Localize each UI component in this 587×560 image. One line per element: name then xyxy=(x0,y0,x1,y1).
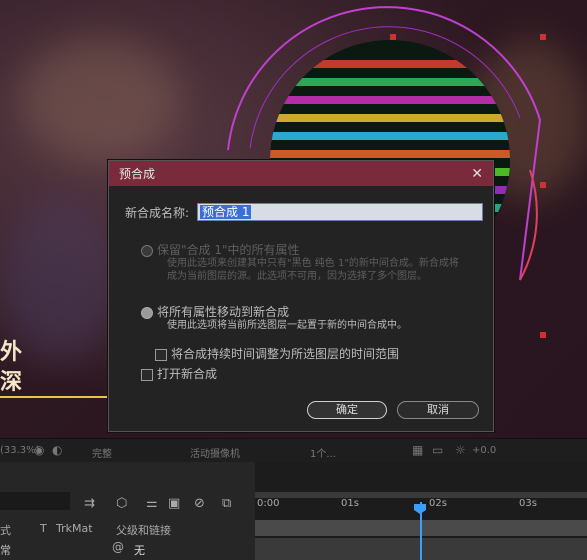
col-trkmat: TrkMat xyxy=(56,522,93,535)
cancel-button[interactable]: 取消 xyxy=(397,401,479,419)
open-new-comp-checkbox[interactable] xyxy=(141,368,153,381)
frame-blend-icon[interactable]: ⬡ xyxy=(116,496,127,511)
comp-flowchart-icon[interactable]: ⧉ xyxy=(222,496,231,511)
precompose-dialog: 预合成 ✕ 新合成名称: 预合成 1 保留"合成 1"中的所有属性 使用此选项来… xyxy=(108,160,494,432)
layer-columns: ⇉ ⬡ ⚌ ▣ ⊘ ⧉ 式 T TrkMat 父级和链接 常 @ 无 xyxy=(0,462,255,560)
dialog-titlebar: 预合成 ✕ xyxy=(109,161,493,186)
col-parent: 父级和链接 xyxy=(116,524,171,537)
name-label: 新合成名称: xyxy=(125,206,190,220)
dialog-title: 预合成 xyxy=(119,167,156,181)
radio-keep-attributes xyxy=(141,244,153,257)
viewer-toolbar: (33.3%) ◉ ◐ 完整 活动摄像机 1个... ▦ ▭ ☼ +0.0 xyxy=(0,438,587,463)
adjust-duration-option[interactable]: 将合成持续时间调整为所选图层的时间范围 xyxy=(155,345,399,362)
parent-dropdown[interactable]: 无 xyxy=(134,542,145,558)
comp-name-field[interactable]: 预合成 1 xyxy=(197,203,483,221)
tick-label: 03s xyxy=(519,498,537,509)
overlay-text: 外 xyxy=(0,340,23,365)
timeline-panel: ⇉ ⬡ ⚌ ▣ ⊘ ⧉ 式 T TrkMat 父级和链接 常 @ 无 0:00 … xyxy=(0,462,587,560)
col-t: T xyxy=(40,522,47,535)
search-input[interactable] xyxy=(0,492,70,510)
link-icon[interactable]: ⊘ xyxy=(194,496,205,511)
option-move-attributes[interactable]: 将所有属性移动到新合成 xyxy=(141,303,289,320)
quality-dropdown[interactable]: 完整 xyxy=(92,445,112,460)
exposure-value[interactable]: +0.0 xyxy=(472,445,496,456)
exposure-icon[interactable]: ☼ xyxy=(455,443,466,457)
divider-line xyxy=(0,396,110,398)
color-channel-icon[interactable]: ◐ xyxy=(52,443,62,457)
radio-move-attributes[interactable] xyxy=(141,306,153,319)
close-icon[interactable]: ✕ xyxy=(471,166,483,182)
shy-icon[interactable]: ⇉ xyxy=(84,496,95,511)
tick-label: 01s xyxy=(341,498,359,509)
pickwhip-icon[interactable]: @ xyxy=(112,540,124,554)
adjust-duration-checkbox[interactable] xyxy=(155,348,167,361)
col-mode: 式 xyxy=(0,524,11,537)
motion-blur-icon[interactable]: ⚌ xyxy=(146,496,158,511)
views-dropdown[interactable]: 1个... xyxy=(310,445,336,460)
camera-snapshot-icon[interactable]: ◉ xyxy=(34,443,44,457)
region-icon[interactable]: ▭ xyxy=(432,443,443,457)
graph-icon[interactable]: ▣ xyxy=(168,496,180,511)
time-ruler-area[interactable]: 0:00 01s 02s 03s xyxy=(255,462,587,560)
tick-label: 02s xyxy=(429,498,447,509)
grid-icon[interactable]: ▦ xyxy=(412,443,423,457)
ok-button[interactable]: 确定 xyxy=(307,401,387,419)
playhead[interactable] xyxy=(420,502,422,560)
mode-dropdown[interactable]: 常 xyxy=(0,542,11,558)
option-move-attributes-desc: 使用此选项将当前所选图层一起置于新的中间合成中。 xyxy=(167,320,407,331)
tick-label: 0:00 xyxy=(257,498,280,509)
open-new-comp-option[interactable]: 打开新合成 xyxy=(141,365,217,382)
overlay-text: 深 xyxy=(0,370,23,395)
camera-dropdown[interactable]: 活动摄像机 xyxy=(190,445,240,460)
option-keep-attributes: 保留"合成 1"中的所有属性 xyxy=(141,241,300,258)
option-keep-attributes-desc: 使用此选项来创建其中只有"黑色 纯色 1"的新中间合成。新合成将成为当前图层的源… xyxy=(167,258,459,282)
